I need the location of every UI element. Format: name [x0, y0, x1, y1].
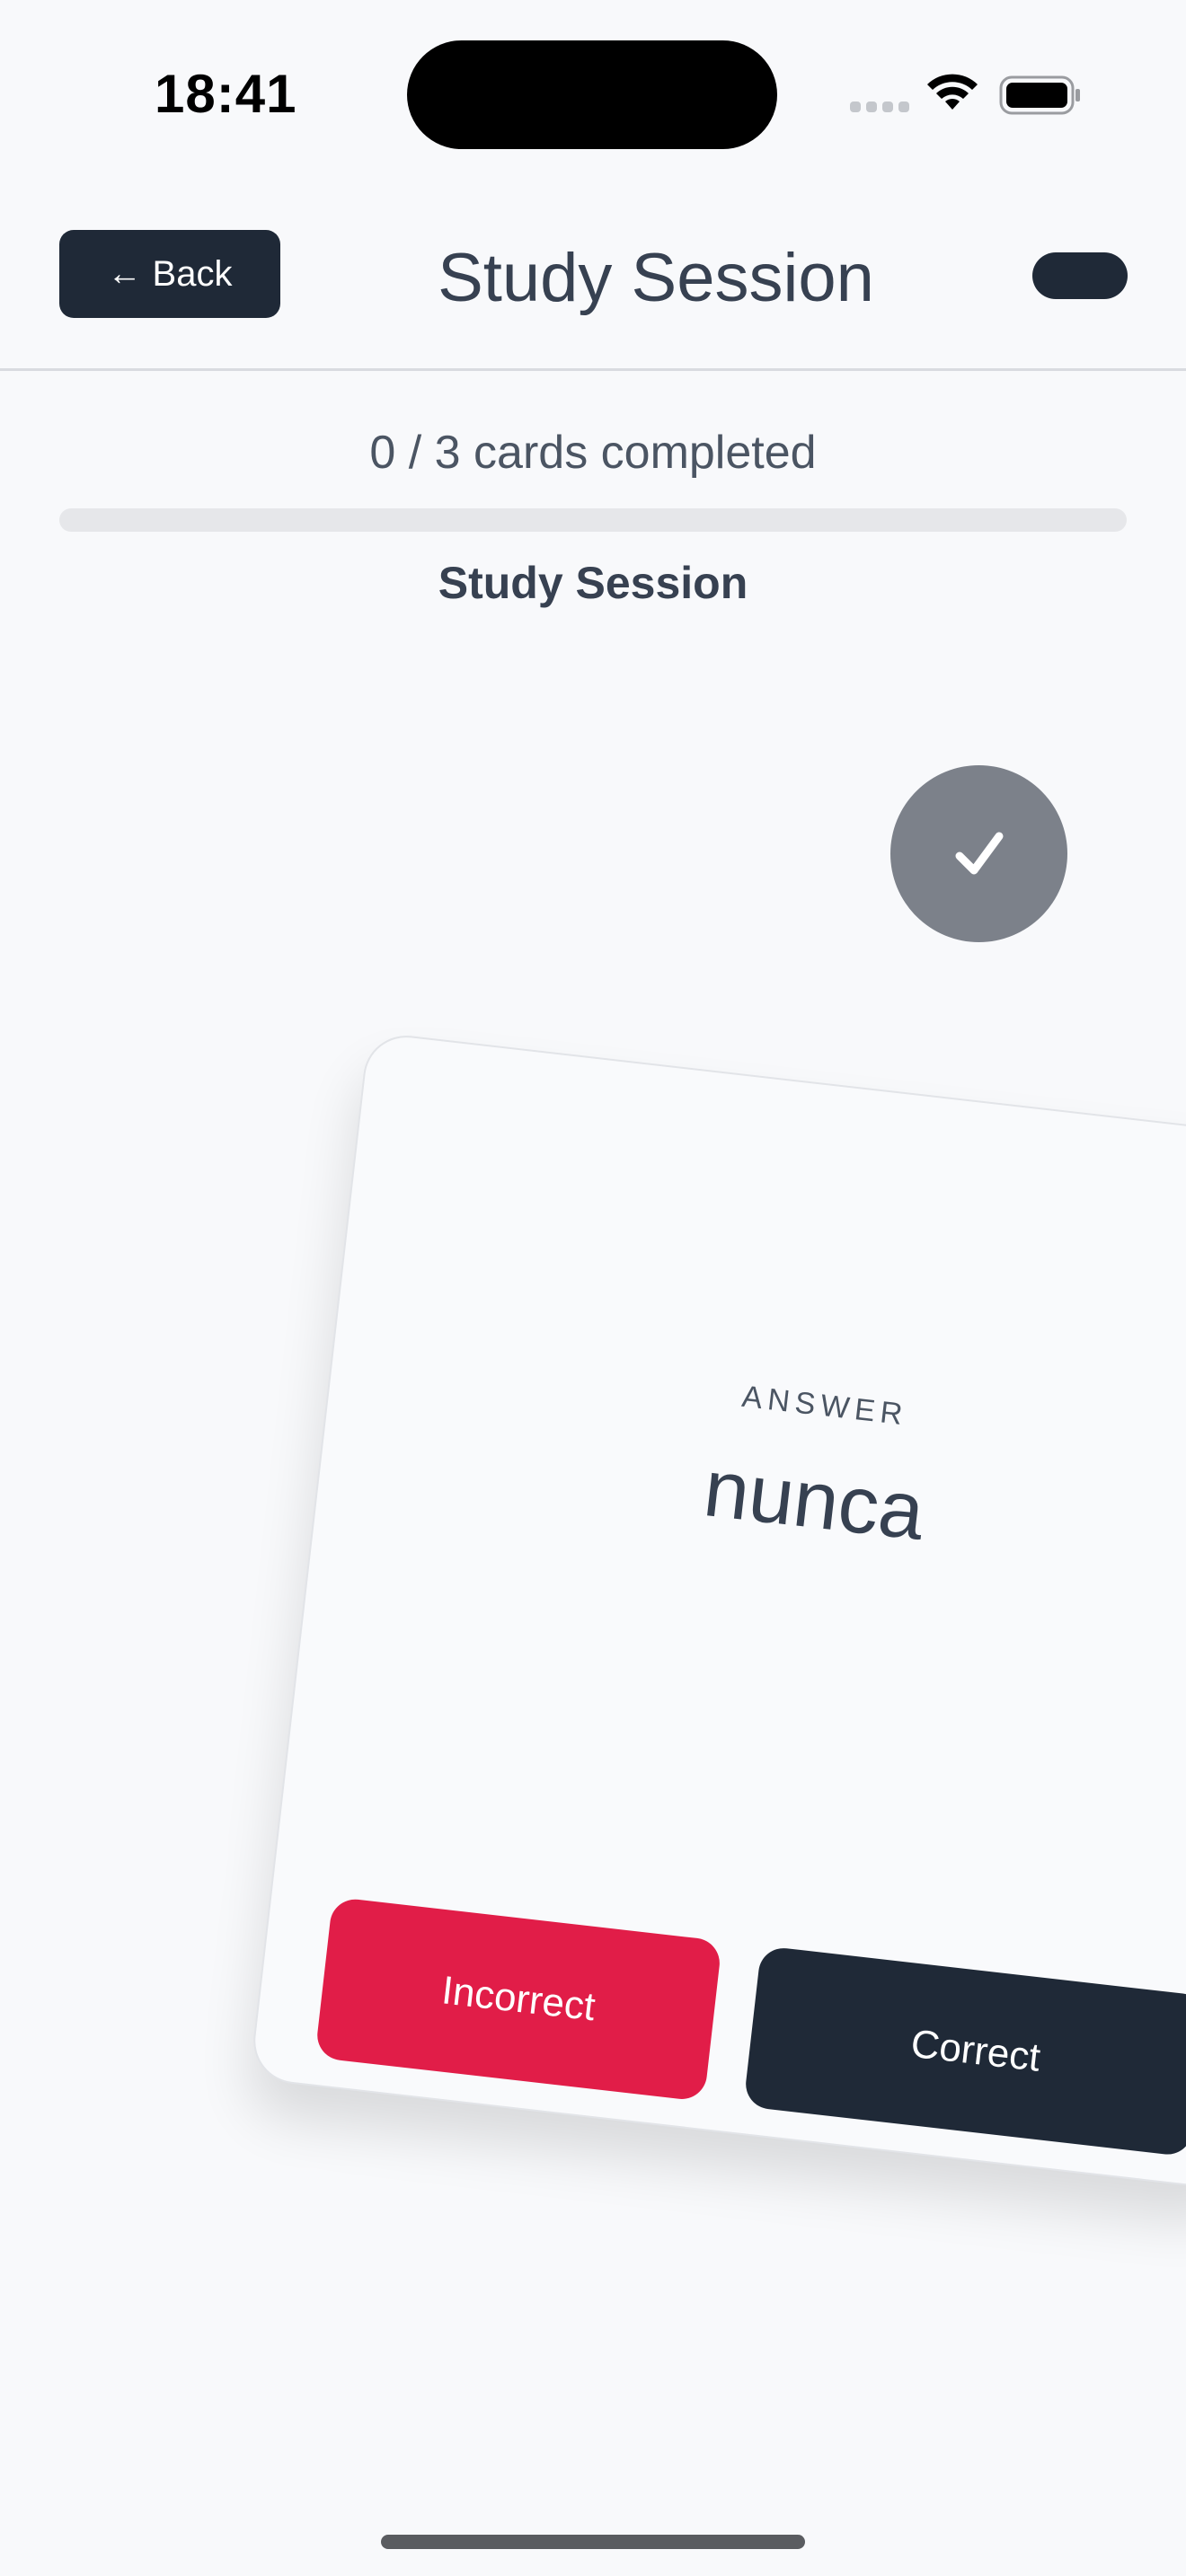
app-header: ← Back Study Session [0, 207, 1186, 371]
correct-button[interactable]: Correct [743, 1945, 1186, 2157]
progress-text: 0 / 3 cards completed [369, 427, 817, 479]
page-title: Study Session [438, 240, 874, 316]
flashcard[interactable]: ANSWER nunca Incorrect Correct [249, 1031, 1186, 2192]
back-button-label: Back [152, 253, 233, 294]
battery-icon [999, 75, 1080, 115]
wifi-icon [927, 74, 978, 110]
check-indicator [890, 765, 1067, 942]
progress-bar [59, 508, 1127, 532]
incorrect-button[interactable]: Incorrect [314, 1896, 722, 2102]
status-time: 18:41 [155, 64, 297, 124]
arrow-left-icon: ← [107, 254, 142, 293]
back-button[interactable]: ← Back [59, 230, 280, 318]
dynamic-island [407, 40, 777, 149]
check-icon [955, 832, 1003, 874]
session-label: Study Session [438, 558, 748, 608]
home-indicator [381, 2535, 805, 2549]
cellular-signal-icon [850, 101, 909, 112]
header-action-button[interactable] [1032, 252, 1128, 299]
